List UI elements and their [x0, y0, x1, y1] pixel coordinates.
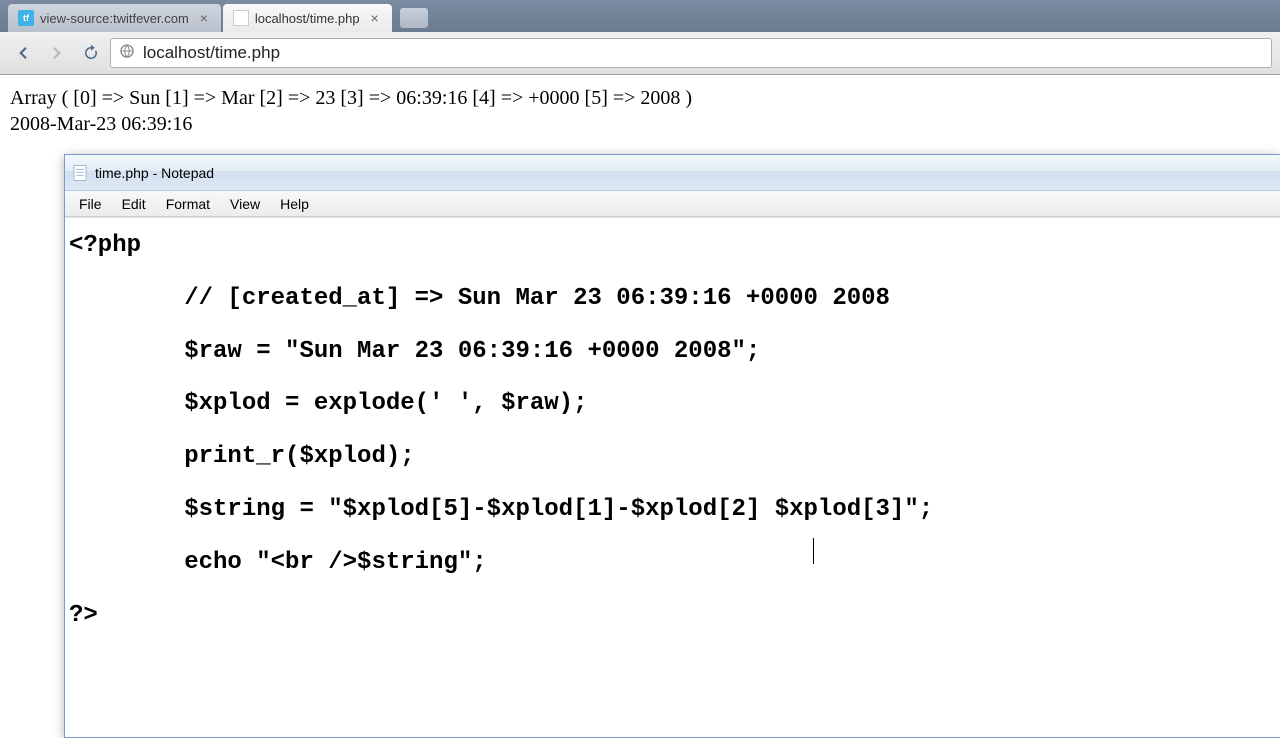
url-text: localhost/time.php	[143, 43, 280, 63]
reload-icon	[82, 44, 100, 62]
notepad-titlebar[interactable]: time.php - Notepad	[65, 155, 1280, 191]
notepad-title: time.php - Notepad	[95, 165, 214, 181]
notepad-icon	[71, 164, 89, 182]
notepad-menubar: File Edit Format View Help	[65, 191, 1280, 217]
notepad-editor[interactable]: <?php // [created_at] => Sun Mar 23 06:3…	[65, 217, 1280, 737]
menu-format[interactable]: Format	[156, 194, 220, 214]
tab-label: view-source:twitfever.com	[40, 11, 189, 26]
page-content: Array ( [0] => Sun [1] => Mar [2] => 23 …	[0, 75, 1280, 147]
nav-bar: localhost/time.php	[0, 32, 1280, 74]
notepad-window: time.php - Notepad File Edit Format View…	[64, 154, 1280, 738]
back-button[interactable]	[8, 38, 38, 68]
close-icon[interactable]: ×	[368, 10, 382, 26]
menu-help[interactable]: Help	[270, 194, 319, 214]
tab-twitfever[interactable]: tf view-source:twitfever.com ×	[8, 4, 221, 32]
code-content: <?php // [created_at] => Sun Mar 23 06:3…	[69, 232, 933, 629]
favicon-tf-icon: tf	[18, 10, 34, 26]
output-line-1: Array ( [0] => Sun [1] => Mar [2] => 23 …	[10, 85, 1270, 111]
menu-view[interactable]: View	[220, 194, 270, 214]
output-line-2: 2008-Mar-23 06:39:16	[10, 111, 1270, 137]
reload-button[interactable]	[76, 38, 106, 68]
menu-file[interactable]: File	[69, 194, 112, 214]
globe-icon	[119, 43, 135, 64]
tab-strip: tf view-source:twitfever.com × localhost…	[0, 0, 1280, 32]
tab-localhost[interactable]: localhost/time.php ×	[223, 4, 392, 32]
arrow-left-icon	[14, 44, 32, 62]
menu-edit[interactable]: Edit	[112, 194, 156, 214]
text-cursor-icon	[813, 538, 814, 564]
arrow-right-icon	[48, 44, 66, 62]
tab-label: localhost/time.php	[255, 11, 360, 26]
forward-button[interactable]	[42, 38, 72, 68]
browser-chrome: tf view-source:twitfever.com × localhost…	[0, 0, 1280, 75]
url-bar[interactable]: localhost/time.php	[110, 38, 1272, 68]
close-icon[interactable]: ×	[197, 10, 211, 26]
favicon-blank-icon	[233, 10, 249, 26]
new-tab-button[interactable]	[400, 8, 428, 28]
